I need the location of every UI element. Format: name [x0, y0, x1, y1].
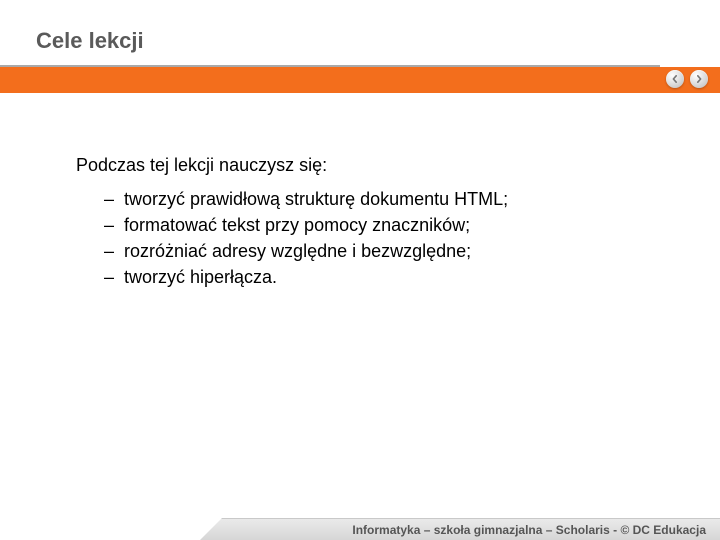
accent-bar — [0, 67, 720, 93]
slide: Cele lekcji Podczas tej lekcji nauczysz … — [0, 0, 720, 540]
content-area: Podczas tej lekcji nauczysz się: tworzyć… — [76, 155, 660, 290]
chevron-left-icon — [671, 75, 679, 83]
chevron-right-icon — [695, 75, 703, 83]
bullet-list: tworzyć prawidłową strukturę dokumentu H… — [76, 186, 660, 290]
list-item: tworzyć hiperłącza. — [104, 264, 660, 290]
next-button[interactable] — [690, 70, 708, 88]
prev-button[interactable] — [666, 70, 684, 88]
nav-buttons — [666, 70, 708, 88]
footer-notch — [0, 518, 200, 540]
footer-text: Informatyka – szkoła gimnazjalna – Schol… — [352, 523, 706, 537]
list-item: tworzyć prawidłową strukturę dokumentu H… — [104, 186, 660, 212]
list-item: rozróżniać adresy względne i bezwzględne… — [104, 238, 660, 264]
list-item: formatować tekst przy pomocy znaczników; — [104, 212, 660, 238]
footer: Informatyka – szkoła gimnazjalna – Schol… — [0, 514, 720, 540]
page-title: Cele lekcji — [36, 28, 144, 54]
intro-text: Podczas tej lekcji nauczysz się: — [76, 155, 660, 176]
